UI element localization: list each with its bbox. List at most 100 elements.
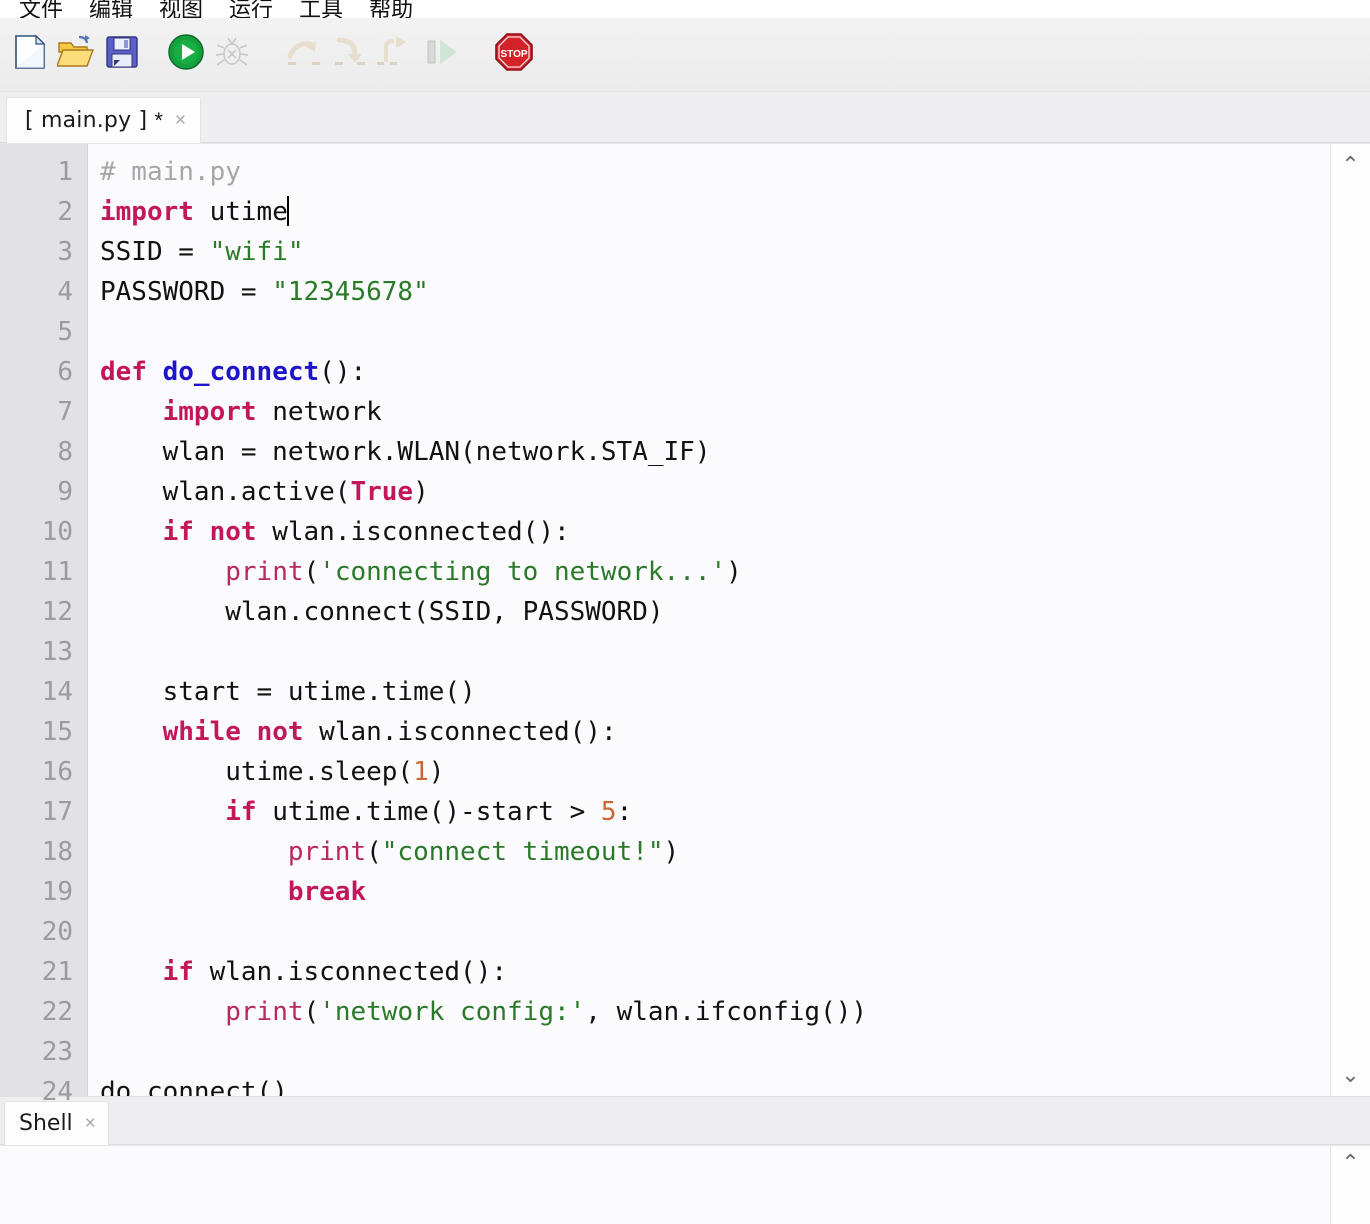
editor-tab-main-py[interactable]: [ main.py ] * × (6, 97, 201, 144)
editor-tab-close-icon[interactable]: × (175, 111, 186, 130)
editor-notebook: [ main.py ] * × 1 2 3 4 5 6 7 8 9 10 11 … (0, 92, 1370, 1107)
resume-button (420, 33, 464, 77)
code-line: do_connect() (100, 1077, 288, 1096)
editor-tabbar: [ main.py ] * × (0, 92, 1370, 144)
save-file-button[interactable] (100, 33, 144, 77)
debug-button (210, 33, 254, 77)
scroll-down-chevron-icon[interactable]: ⌄ (1341, 1064, 1359, 1086)
code-line: if not wlan.isconnected(): (162, 517, 570, 548)
line-number: 22 (41, 997, 73, 1028)
editor-tab-modified-marker: * (154, 107, 163, 133)
step-into-icon (332, 36, 368, 73)
editor-area: 1 2 3 4 5 6 7 8 9 10 11 12 13 14 15 16 1… (0, 143, 1370, 1107)
debug-bug-icon (214, 35, 250, 74)
line-number: 9 (57, 477, 73, 508)
code-line: if wlan.isconnected(): (162, 957, 508, 988)
code-line: break (287, 877, 367, 908)
code-line: import utime (100, 196, 289, 228)
shell-tab-label: Shell (19, 1111, 73, 1136)
line-number: 6 (57, 357, 73, 388)
line-number: 8 (57, 437, 73, 468)
menu-view[interactable]: 视图 (146, 0, 216, 18)
step-out-button (374, 33, 418, 77)
editor-vertical-scrollbar[interactable]: ⌃ ⌄ (1330, 144, 1370, 1096)
run-play-icon (167, 33, 205, 76)
open-file-button[interactable] (54, 33, 98, 77)
menu-file[interactable]: 文件 (6, 0, 76, 18)
resume-icon (423, 36, 461, 73)
step-over-icon (285, 36, 323, 73)
line-number: 23 (41, 1037, 73, 1068)
line-number: 18 (41, 837, 73, 868)
line-number: 20 (41, 917, 73, 948)
line-number: 21 (41, 957, 73, 988)
step-out-icon (376, 36, 416, 73)
code-text-area[interactable]: # main.py import utime SSID = "wifi" PASSWO… (88, 144, 1330, 1096)
svg-text:STOP: STOP (500, 49, 527, 60)
line-number: 11 (41, 557, 73, 588)
open-folder-icon (55, 34, 95, 75)
code-line: print('connecting to network...') (225, 557, 742, 588)
code-line: if utime.time()-start > 5: (225, 797, 633, 828)
code-line: PASSWORD = "12345678" (100, 277, 429, 308)
code-line: import network (162, 397, 382, 428)
line-number: 14 (41, 677, 73, 708)
thonny-ide-window: 文件 编辑 视图 运行 工具 帮助 STOP [main.py] * × 1… (0, 0, 1370, 1224)
line-number: 1 (57, 157, 73, 188)
new-file-button[interactable] (8, 33, 52, 77)
step-over-button (282, 33, 326, 77)
line-number: 17 (41, 797, 73, 828)
menu-help[interactable]: 帮助 (356, 0, 426, 18)
step-into-button (328, 33, 372, 77)
code-line: SSID = "wifi" (100, 237, 304, 268)
save-floppy-icon (105, 35, 139, 74)
menu-run[interactable]: 运行 (216, 0, 286, 18)
menu-bar: 文件 编辑 视图 运行 工具 帮助 (0, 0, 1370, 18)
scroll-up-chevron-icon[interactable]: ⌃ (1341, 154, 1359, 176)
stop-button[interactable]: STOP (492, 33, 536, 77)
shell-vertical-scrollbar[interactable]: ⌃ (1330, 1146, 1370, 1224)
menu-edit[interactable]: 编辑 (76, 0, 146, 18)
code-line: print("connect timeout!") (287, 837, 680, 868)
line-number-gutter: 1 2 3 4 5 6 7 8 9 10 11 12 13 14 15 16 1… (0, 144, 88, 1107)
code-line: wlan.connect(SSID, PASSWORD) (100, 597, 664, 628)
line-number: 12 (41, 597, 73, 628)
new-file-icon (13, 34, 47, 75)
code-line: # main.py (100, 157, 241, 188)
code-line: print('network config:', wlan.ifconfig()… (225, 997, 868, 1028)
toolbar: STOP (0, 18, 1370, 92)
stop-sign-icon: STOP (494, 32, 534, 77)
line-number: 7 (57, 397, 73, 428)
code-line: start = utime.time() (100, 677, 476, 708)
code-line: wlan = network.WLAN(network.STA_IF) (100, 437, 711, 468)
line-number: 3 (57, 237, 73, 268)
code-line: def do_connect(): (100, 357, 367, 388)
line-number: 5 (57, 317, 73, 348)
code-line: utime.sleep(1) (100, 757, 445, 788)
line-number: 13 (41, 637, 73, 668)
code-line: wlan.active(True) (100, 477, 429, 508)
code-line: while not wlan.isconnected(): (162, 717, 617, 748)
menu-tools[interactable]: 工具 (286, 0, 356, 18)
shell-output-area[interactable]: ⌃ (0, 1145, 1370, 1224)
editor-tab-label: [ main.py ] (25, 108, 148, 134)
scrollbar-track[interactable] (1331, 176, 1370, 1064)
line-number: 15 (41, 717, 73, 748)
line-number: 2 (57, 197, 73, 228)
shell-output-text (0, 1146, 1330, 1224)
line-number: 16 (41, 757, 73, 788)
shell-tab[interactable]: Shell × (4, 1101, 109, 1145)
line-number: 10 (41, 517, 73, 548)
shell-scroll-up-chevron-icon[interactable]: ⌃ (1341, 1152, 1359, 1174)
text-cursor (286, 196, 289, 227)
shell-tabbar: Shell × (0, 1097, 1370, 1145)
shell-panel: Shell × ⌃ (0, 1096, 1370, 1224)
line-number: 4 (57, 277, 73, 308)
shell-tab-close-icon[interactable]: × (85, 1114, 96, 1133)
run-button[interactable] (164, 33, 208, 77)
line-number: 19 (41, 877, 73, 908)
